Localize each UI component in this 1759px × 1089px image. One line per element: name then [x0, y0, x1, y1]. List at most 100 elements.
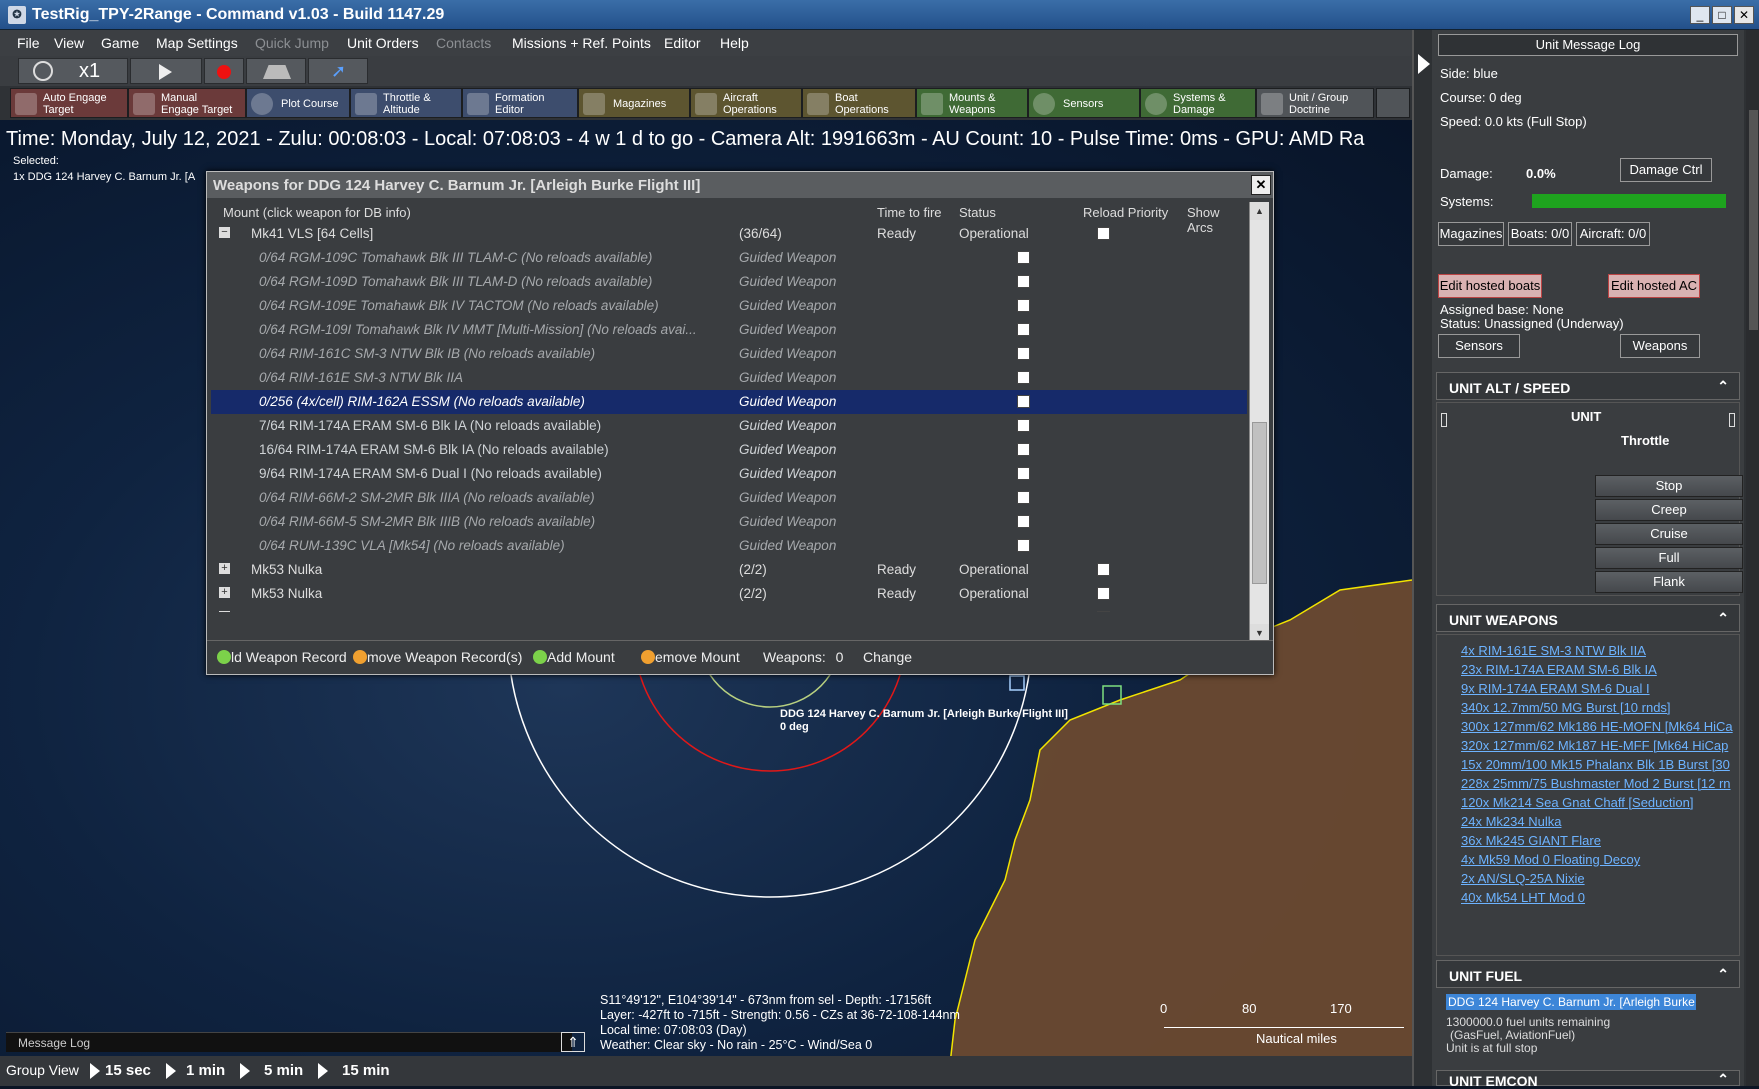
edit-hosted-ac-button[interactable]: Edit hosted AC — [1608, 274, 1700, 298]
unit-weapon-link[interactable]: 228x 25mm/75 Bushmaster Mod 2 Burst [12 … — [1461, 776, 1731, 791]
time-compression-control[interactable]: x1 — [18, 58, 128, 84]
weapon-row[interactable]: 7/64 RIM-174A ERAM SM-6 Blk IA (No reloa… — [211, 414, 1247, 438]
add-weapon-record-button[interactable]: ld Weapon Record — [217, 649, 347, 665]
scroll-up-icon[interactable]: ▲ — [1250, 202, 1269, 220]
weapon-row[interactable]: 0/64 RUM-139C VLA [Mk54] (No reloads ava… — [211, 534, 1247, 558]
menu-quick-jump[interactable]: Quick Jump — [255, 35, 329, 51]
show-arcs-checkbox[interactable] — [1097, 227, 1110, 240]
change-button[interactable]: Change — [863, 649, 912, 665]
menu-file[interactable]: File — [17, 35, 40, 51]
record-button[interactable] — [204, 58, 244, 84]
mount-row[interactable]: + Mk53 Nulka (2/2) Ready Operational — [211, 606, 1247, 612]
weapon-name[interactable]: 0/64 RIM-66M-2 SM-2MR Blk IIIA (No reloa… — [259, 490, 595, 505]
weapon-row[interactable]: 0/256 (4x/cell) RIM-162A ESSM (No reload… — [211, 390, 1247, 414]
remove-mount-button[interactable]: emove Mount — [641, 649, 740, 665]
right-panel-scrollbar[interactable] — [1746, 30, 1759, 1086]
terrain-view-button[interactable] — [246, 58, 306, 84]
boat-operations-button[interactable]: Boat Operations — [802, 88, 916, 118]
alt-speed-section-header[interactable]: UNIT ALT / SPEED ⌃ — [1436, 372, 1740, 400]
systems-damage-button[interactable]: Systems & Damage — [1140, 88, 1256, 118]
boats-button[interactable]: Boats: 0/0 — [1508, 222, 1572, 246]
weapon-name[interactable]: 0/64 RGM-109C Tomahawk Blk III TLAM-C (N… — [259, 250, 652, 265]
step-1min-button[interactable]: 1 min — [186, 1062, 225, 1079]
weapon-name[interactable]: 0/64 RGM-109D Tomahawk Blk III TLAM-D (N… — [259, 274, 652, 289]
unit-weapon-link[interactable]: 4x Mk59 Mod 0 Floating Decoy — [1461, 852, 1640, 867]
unit-weapon-link[interactable]: 15x 20mm/100 Mk15 Phalanx Blk 1B Burst [… — [1461, 757, 1730, 772]
weapon-row[interactable]: 0/64 RIM-66M-2 SM-2MR Blk IIIA (No reloa… — [211, 486, 1247, 510]
more-toolbar-button[interactable] — [1376, 88, 1410, 118]
dialog-close-button[interactable]: ✕ — [1251, 175, 1271, 195]
edit-hosted-boats-button[interactable]: Edit hosted boats — [1438, 274, 1542, 298]
menu-map-settings[interactable]: Map Settings — [156, 35, 238, 51]
reload-priority-checkbox[interactable] — [1017, 443, 1030, 456]
message-log-bar[interactable]: Message Log — [6, 1032, 572, 1052]
damage-ctrl-button[interactable]: Damage Ctrl — [1620, 158, 1712, 182]
collapse-panel-icon[interactable] — [1418, 54, 1430, 74]
menu-missions[interactable]: Missions + Ref. Points — [512, 35, 651, 51]
aircraft-operations-button[interactable]: Aircraft Operations — [690, 88, 802, 118]
weapons-panel-button[interactable]: Weapons — [1620, 334, 1700, 358]
alt-slider-left[interactable] — [1441, 413, 1447, 427]
maximize-button[interactable]: □ — [1712, 6, 1732, 24]
menu-contacts[interactable]: Contacts — [436, 35, 491, 51]
formation-editor-button[interactable]: Formation Editor — [462, 88, 578, 118]
unit-weapon-link[interactable]: 40x Mk54 LHT Mod 0 — [1461, 890, 1585, 905]
speed-cruise-button[interactable]: Cruise — [1595, 523, 1743, 545]
reload-priority-checkbox[interactable] — [1017, 347, 1030, 360]
unit-weapon-link[interactable]: 340x 12.7mm/50 MG Burst [10 rnds] — [1461, 700, 1671, 715]
group-view-label[interactable]: Group View — [6, 1062, 79, 1078]
reload-priority-checkbox[interactable] — [1017, 251, 1030, 264]
weapon-name[interactable]: 0/64 RUM-139C VLA [Mk54] (No reloads ava… — [259, 538, 565, 553]
header-ttf[interactable]: Time to fire — [877, 205, 942, 220]
aircraft-button[interactable]: Aircraft: 0/0 — [1576, 222, 1650, 246]
reload-priority-checkbox[interactable] — [1017, 395, 1030, 408]
sensors-button[interactable]: Sensors — [1028, 88, 1140, 118]
speed-flank-button[interactable]: Flank — [1595, 571, 1743, 593]
play-button[interactable] — [130, 58, 202, 84]
weapon-row[interactable]: 0/64 RIM-66M-5 SM-2MR Blk IIIB (No reloa… — [211, 510, 1247, 534]
unit-weapon-link[interactable]: 23x RIM-174A ERAM SM-6 Blk IA — [1461, 662, 1657, 677]
menu-help[interactable]: Help — [720, 35, 749, 51]
mount-row[interactable]: + Mk53 Nulka (2/2) Ready Operational — [211, 558, 1247, 582]
reload-priority-checkbox[interactable] — [1017, 299, 1030, 312]
unit-map-label[interactable]: DDG 124 Harvey C. Barnum Jr. [Arleigh Bu… — [780, 708, 1068, 734]
reload-priority-checkbox[interactable] — [1017, 371, 1030, 384]
weapon-row[interactable]: 16/64 RIM-174A ERAM SM-6 Blk IA (No relo… — [211, 438, 1247, 462]
mount-row[interactable]: − Mk41 VLS [64 Cells] (36/64) Ready Operatio… — [211, 222, 1247, 246]
unit-emcon-section-header[interactable]: UNIT EMCON ⌃ — [1436, 1070, 1740, 1089]
fuel-unit-select[interactable]: DDG 124 Harvey C. Barnum Jr. [Arleigh Bu… — [1446, 994, 1696, 1010]
show-arcs-checkbox[interactable] — [1097, 587, 1110, 600]
throttle-altitude-button[interactable]: Throttle & Altitude — [350, 88, 462, 118]
weapon-row[interactable]: 0/64 RGM-109I Tomahawk Blk IV MMT [Multi… — [211, 318, 1247, 342]
weapon-name[interactable]: 0/64 RIM-161C SM-3 NTW Blk IB (No reload… — [259, 346, 595, 361]
weapon-name[interactable]: 0/64 RIM-161E SM-3 NTW Blk IIA — [259, 370, 463, 385]
right-panel-scroll-thumb[interactable] — [1749, 110, 1758, 330]
add-mount-button[interactable]: Add Mount — [533, 649, 615, 665]
weapon-row[interactable]: 0/64 RIM-161C SM-3 NTW Blk IB (No reload… — [211, 342, 1247, 366]
weapon-row[interactable]: 0/64 RIM-161E SM-3 NTW Blk IIA Guided Wea… — [211, 366, 1247, 390]
magazines-button[interactable]: Magazines — [578, 88, 690, 118]
show-arcs-checkbox[interactable] — [1097, 563, 1110, 576]
weapon-row[interactable]: 0/64 RGM-109C Tomahawk Blk III TLAM-C (N… — [211, 246, 1247, 270]
expand-toggle-icon[interactable]: + — [219, 587, 230, 598]
header-reload[interactable]: Reload Priority — [1083, 205, 1168, 220]
unit-weapon-link[interactable]: 120x Mk214 Sea Gnat Chaff [Seduction] — [1461, 795, 1693, 810]
remove-weapon-record-button[interactable]: move Weapon Record(s) — [353, 649, 522, 665]
expand-toggle-icon[interactable]: + — [219, 563, 230, 574]
doctrine-button[interactable]: Unit / Group Doctrine — [1256, 88, 1374, 118]
weapon-name[interactable]: 0/64 RIM-66M-5 SM-2MR Blk IIIB (No reloa… — [259, 514, 595, 529]
speed-full-button[interactable]: Full — [1595, 547, 1743, 569]
step-15sec-button[interactable]: 15 sec — [105, 1062, 151, 1079]
magazines-panel-button[interactable]: Magazines — [1438, 222, 1504, 246]
expand-toggle-icon[interactable]: + — [219, 611, 230, 612]
weapon-name[interactable]: 16/64 RIM-174A ERAM SM-6 Blk IA (No relo… — [259, 442, 609, 457]
weapon-row[interactable]: 9/64 RIM-174A ERAM SM-6 Dual I (No reloa… — [211, 462, 1247, 486]
header-status[interactable]: Status — [959, 205, 996, 220]
weapon-name[interactable]: 7/64 RIM-174A ERAM SM-6 Blk IA (No reloa… — [259, 418, 601, 433]
unit-weapon-link[interactable]: 36x Mk245 GIANT Flare — [1461, 833, 1601, 848]
mount-row[interactable]: + Mk53 Nulka (2/2) Ready Operational — [211, 582, 1247, 606]
manual-engage-button[interactable]: Manual Engage Target — [128, 88, 246, 118]
reload-priority-checkbox[interactable] — [1017, 323, 1030, 336]
mounts-weapons-button[interactable]: Mounts & Weapons — [916, 88, 1028, 118]
step-5min-button[interactable]: 5 min — [264, 1062, 303, 1079]
